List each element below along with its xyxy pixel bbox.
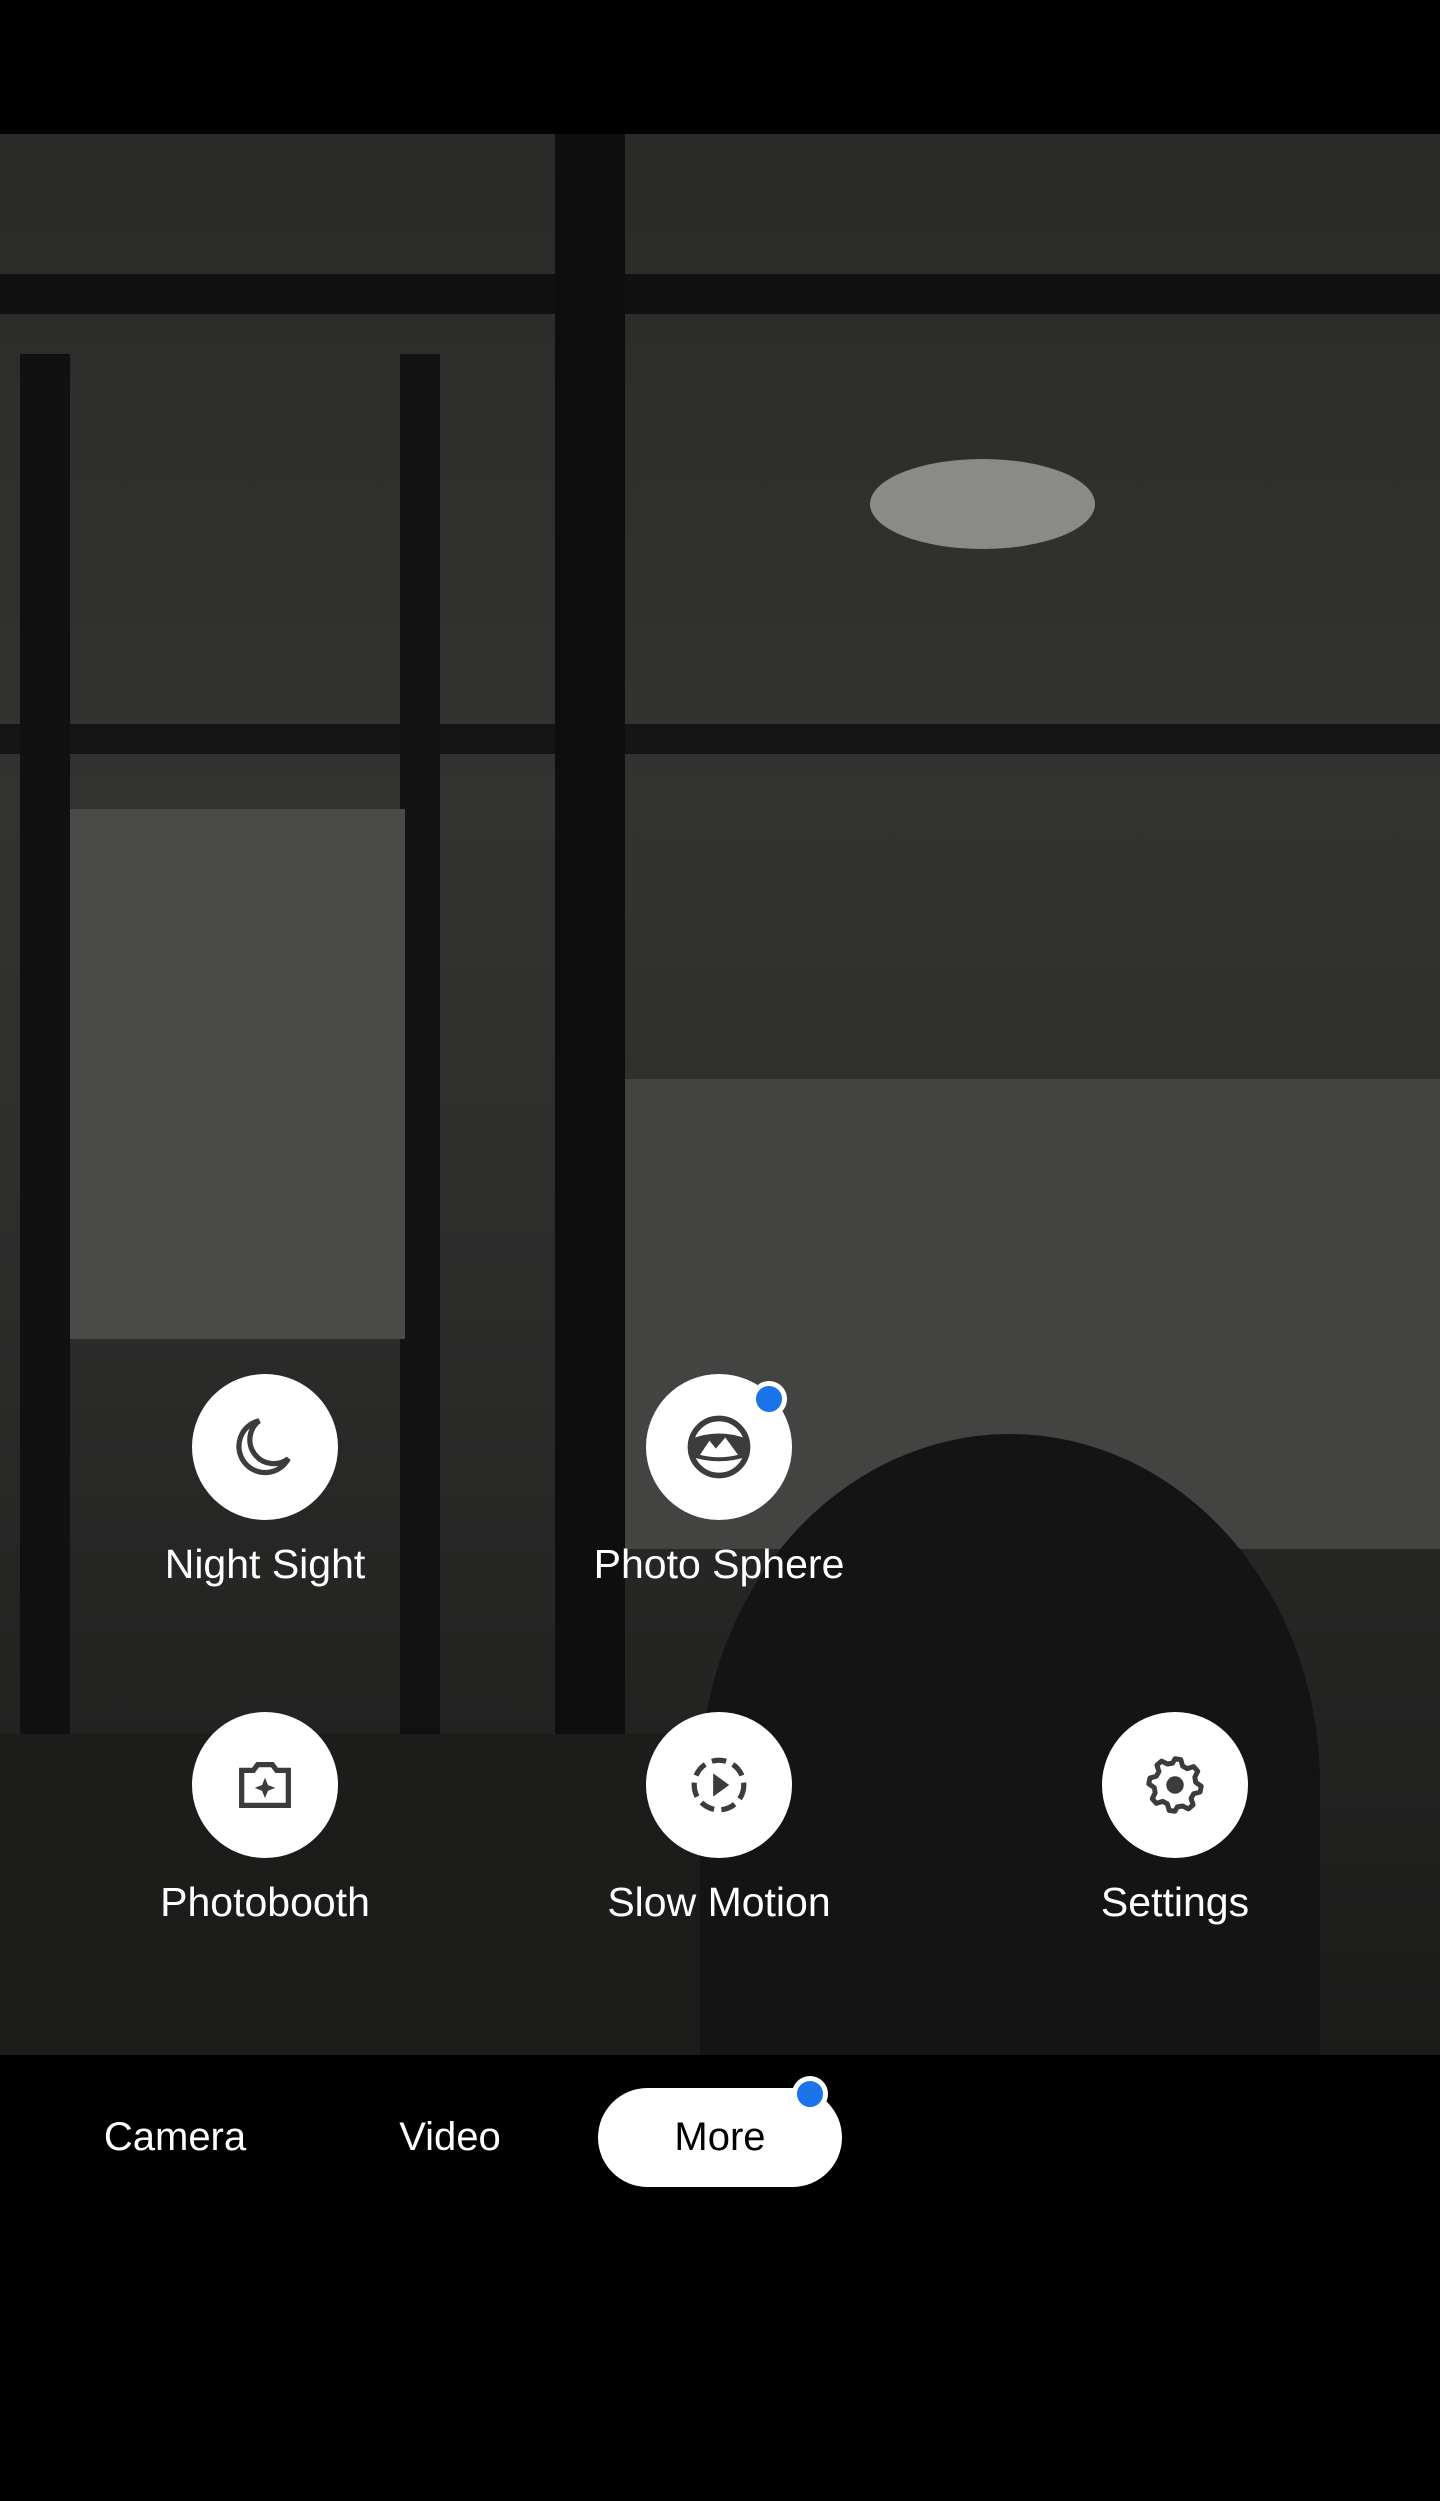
slow-motion-icon (691, 1757, 747, 1813)
mode-label: Photo Sphere (593, 1541, 845, 1587)
backdrop-glass-panel (70, 809, 405, 1339)
mode-label: Settings (1100, 1879, 1250, 1925)
gear-icon (1146, 1756, 1204, 1814)
tab-video[interactable]: Video (350, 2088, 550, 2187)
photobooth-icon (239, 1761, 291, 1809)
night-sight-button[interactable] (192, 1374, 338, 1520)
photobooth-button[interactable] (192, 1712, 338, 1858)
mode-label: Slow Motion (607, 1879, 831, 1925)
settings-button[interactable] (1102, 1712, 1248, 1858)
backdrop-beam (0, 274, 1440, 314)
moon-icon (236, 1418, 291, 1476)
backdrop-beam (0, 724, 1440, 754)
backdrop-pillar (400, 354, 440, 1834)
slow-motion-button[interactable] (646, 1712, 792, 1858)
photo-sphere-icon (687, 1415, 751, 1479)
mode-label: Night Sight (164, 1541, 366, 1587)
tab-camera[interactable]: Camera (75, 2088, 275, 2187)
backdrop-lamp (870, 459, 1095, 549)
mode-label: Photobooth (160, 1879, 370, 1925)
new-badge-dot (751, 1381, 787, 1417)
new-badge-dot (792, 2076, 828, 2112)
status-area (0, 0, 1440, 134)
